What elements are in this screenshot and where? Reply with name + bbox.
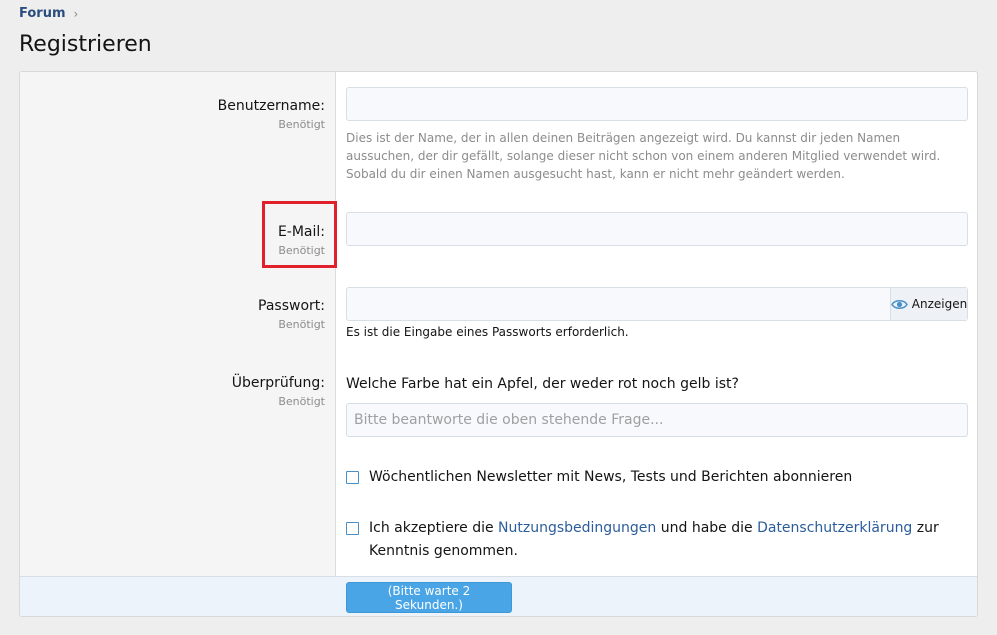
password-required-hint: Benötigt — [278, 318, 325, 331]
register-submit-button[interactable]: (Bitte warte 2 Sekunden.) — [346, 582, 512, 613]
terms-text-1: Ich akzeptiere die — [369, 520, 499, 536]
chevron-right-icon: › — [73, 6, 79, 21]
email-label: E-Mail: — [277, 224, 325, 240]
newsletter-checkbox[interactable] — [346, 471, 359, 484]
privacy-policy-link[interactable]: Datenschutzerklärung — [757, 520, 912, 536]
terms-option[interactable]: Ich akzeptiere die Nutzungsbedingungen u… — [346, 517, 971, 563]
password-input[interactable] — [347, 288, 890, 320]
breadcrumb: Forum › — [19, 6, 78, 21]
username-explain: Dies ist der Name, der in allen deinen B… — [346, 131, 941, 181]
breadcrumb-forum-link[interactable]: Forum — [19, 6, 66, 21]
page-title: Registrieren — [19, 32, 152, 57]
verification-required-hint: Benötigt — [278, 395, 325, 408]
username-label-group: Benutzername: Benötigt — [25, 97, 325, 132]
email-required-hint: Benötigt — [278, 244, 325, 257]
password-field-group: Anzeigen — [346, 287, 968, 321]
newsletter-option[interactable]: Wöchentlichen Newsletter mit News, Tests… — [346, 466, 971, 489]
password-required-note: Es ist die Eingabe eines Passworts erfor… — [346, 325, 629, 339]
username-required-hint: Benötigt — [278, 118, 325, 131]
verification-label: Überprüfung: — [231, 375, 325, 391]
newsletter-label: Wöchentlichen Newsletter mit News, Tests… — [369, 469, 853, 485]
email-label-group: E-Mail: Benötigt — [25, 223, 325, 258]
verification-label-group: Überprüfung: Benötigt — [25, 374, 325, 409]
terms-label: Ich akzeptiere die Nutzungsbedingungen u… — [369, 517, 971, 563]
email-input[interactable] — [346, 212, 968, 246]
password-toggle-label: Anzeigen — [911, 297, 968, 311]
eye-icon — [890, 299, 908, 310]
verification-question: Welche Farbe hat ein Apfel, der weder ro… — [346, 376, 739, 392]
terms-checkbox[interactable] — [346, 522, 359, 535]
password-label: Passwort: — [258, 298, 325, 314]
username-label: Benutzername: — [217, 98, 325, 114]
verification-answer-input[interactable] — [346, 403, 968, 437]
password-label-group: Passwort: Benötigt — [25, 297, 325, 332]
terms-of-use-link[interactable]: Nutzungsbedingungen — [498, 520, 656, 536]
form-submit-row: (Bitte warte 2 Sekunden.) — [20, 576, 977, 616]
terms-text-2: und habe die — [656, 520, 758, 536]
registration-form: Benutzername: Benötigt Dies ist der Name… — [19, 71, 978, 617]
password-show-toggle[interactable]: Anzeigen — [890, 288, 967, 320]
username-input[interactable] — [346, 87, 968, 121]
